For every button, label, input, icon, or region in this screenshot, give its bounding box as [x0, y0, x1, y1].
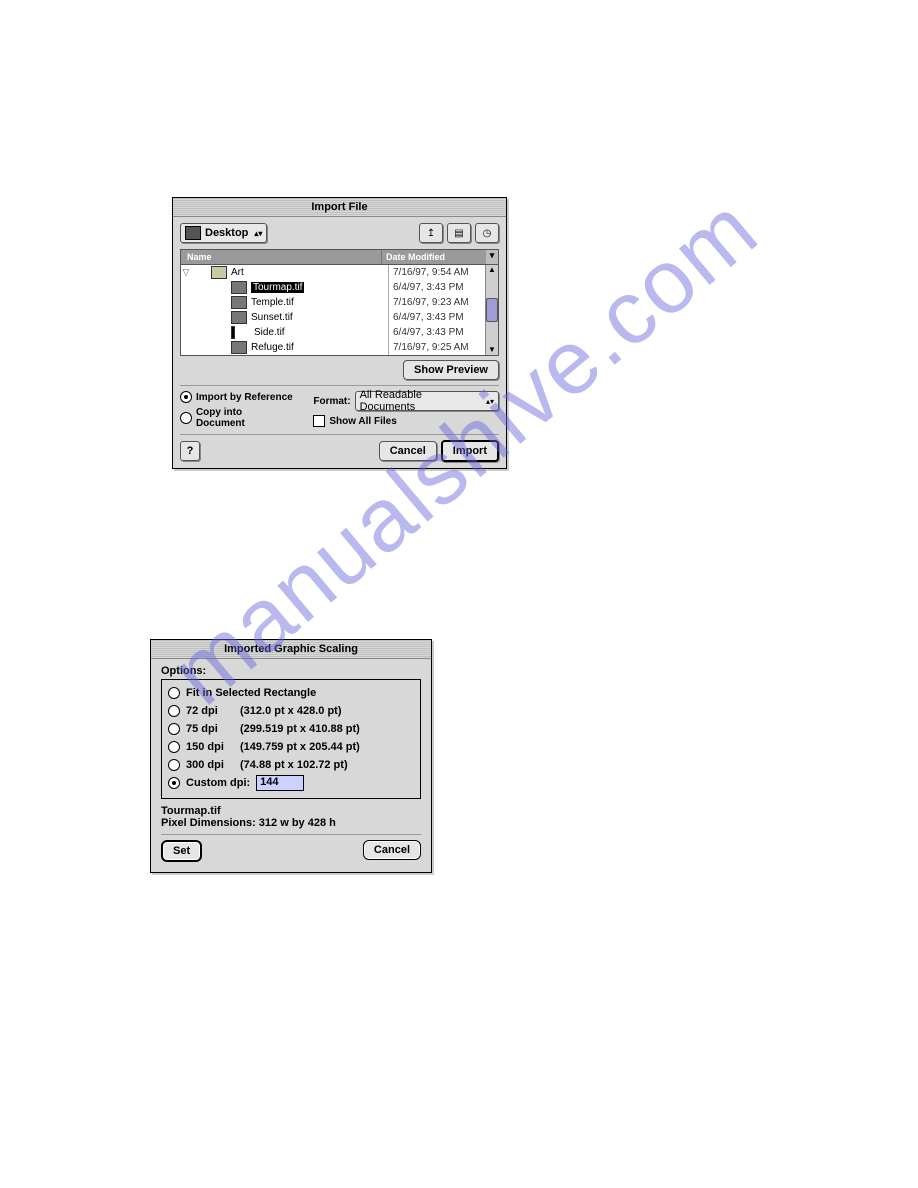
fit-rectangle-radio[interactable]	[168, 687, 180, 699]
format-popup[interactable]: All Readable Documents ▴▾	[355, 391, 499, 411]
radio-icon	[168, 705, 180, 717]
show-preview-button[interactable]: Show Preview	[403, 360, 499, 380]
dpi-label: 72 dpi	[186, 705, 234, 717]
format-value: All Readable Documents	[360, 389, 480, 413]
file-name: Temple.tif	[251, 297, 294, 308]
import-file-dialog: Import File Desktop ▴▾ ↥ ▤ ◷ Name Date M…	[172, 197, 507, 469]
options-group: Fit in Selected Rectangle 72 dpi (312.0 …	[161, 679, 421, 799]
file-icon	[231, 311, 247, 324]
dpi-label: 300 dpi	[186, 759, 234, 771]
dpi-75-radio[interactable]	[168, 723, 180, 735]
file-list: ▽ Art Tourmap.tif Temple.tif	[180, 264, 499, 356]
list-item[interactable]: Side.tif	[181, 325, 388, 340]
copy-into-document-radio[interactable]: Copy into Document	[180, 407, 293, 429]
file-icon	[231, 296, 247, 309]
dpi-dims: (312.0 pt x 428.0 pt)	[240, 705, 342, 717]
date-cell: 6/4/97, 3:43 PM	[389, 325, 485, 340]
fit-label: Fit in Selected Rectangle	[186, 687, 316, 699]
list-item[interactable]: Sunset.tif	[181, 310, 388, 325]
nav-shortcuts-button[interactable]: ▤	[447, 223, 471, 243]
column-sort-icon[interactable]: ▾	[486, 250, 498, 264]
list-item[interactable]: ▽ Art	[181, 265, 388, 280]
scaling-filename: Tourmap.tif	[161, 805, 421, 817]
date-cell: 7/16/97, 9:25 AM	[389, 340, 485, 355]
scrollbar[interactable]: ▲ ▼	[485, 265, 498, 355]
help-button[interactable]: ?	[180, 441, 200, 461]
dpi-150-radio[interactable]	[168, 741, 180, 753]
help-icon: ?	[187, 445, 194, 457]
file-icon	[231, 326, 235, 339]
set-button[interactable]: Set	[161, 840, 202, 862]
show-all-files-checkbox[interactable]: Show All Files	[313, 415, 499, 427]
cancel-button[interactable]: Cancel	[379, 441, 437, 461]
import-dialog-title: Import File	[173, 198, 506, 217]
radio-icon	[168, 741, 180, 753]
popup-arrows-icon: ▴▾	[254, 229, 262, 238]
location-popup[interactable]: Desktop ▴▾	[180, 223, 267, 243]
dpi-dims: (74.88 pt x 102.72 pt)	[240, 759, 348, 771]
scroll-up-icon[interactable]: ▲	[488, 265, 496, 275]
file-name: Art	[231, 267, 244, 278]
custom-dpi-input[interactable]: 144	[256, 775, 304, 791]
custom-dpi-label: Custom dpi:	[186, 777, 250, 789]
radio-label: Copy into Document	[196, 407, 293, 429]
file-name: Side.tif	[254, 327, 285, 338]
file-icon	[231, 341, 247, 354]
scroll-thumb[interactable]	[486, 298, 498, 322]
file-name: Refuge.tif	[251, 342, 294, 353]
dpi-dims: (299.519 pt x 410.88 pt)	[240, 723, 360, 735]
radio-label: Import by Reference	[196, 392, 293, 403]
custom-dpi-radio[interactable]	[168, 777, 180, 789]
radio-icon	[168, 777, 180, 789]
checkbox-label: Show All Files	[329, 416, 396, 427]
date-cell: 6/4/97, 3:43 PM	[389, 310, 485, 325]
dpi-72-radio[interactable]	[168, 705, 180, 717]
scaling-dialog-title: Imported Graphic Scaling	[151, 640, 431, 659]
file-name: Tourmap.tif	[251, 282, 304, 293]
dpi-label: 75 dpi	[186, 723, 234, 735]
folder-icon	[211, 266, 227, 279]
imported-graphic-scaling-dialog: Imported Graphic Scaling Options: Fit in…	[150, 639, 432, 873]
file-name: Sunset.tif	[251, 312, 293, 323]
radio-icon	[180, 412, 192, 424]
file-icon	[231, 281, 247, 294]
import-button[interactable]: Import	[441, 440, 499, 462]
location-value: Desktop	[205, 227, 248, 239]
import-by-reference-radio[interactable]: Import by Reference	[180, 391, 293, 403]
disclosure-triangle-icon[interactable]: ▽	[181, 267, 191, 278]
list-item[interactable]: Tourmap.tif	[181, 280, 388, 295]
date-cell: 7/16/97, 9:23 AM	[389, 295, 485, 310]
format-label: Format:	[313, 396, 350, 407]
pixel-dimensions: Pixel Dimensions: 312 w by 428 h	[161, 817, 421, 829]
radio-icon	[180, 391, 192, 403]
radio-icon	[168, 723, 180, 735]
dpi-label: 150 dpi	[186, 741, 234, 753]
date-cell: 7/16/97, 9:54 AM	[389, 265, 485, 280]
volume-icon	[185, 226, 201, 240]
list-item[interactable]: Refuge.tif	[181, 340, 388, 355]
radio-icon	[168, 687, 180, 699]
file-list-header: Name Date Modified ▾	[180, 249, 499, 264]
checkbox-icon	[313, 415, 325, 427]
scroll-down-icon[interactable]: ▼	[488, 345, 496, 355]
popup-arrows-icon: ▴▾	[486, 397, 494, 406]
nav-recent-button[interactable]: ◷	[475, 223, 499, 243]
column-name[interactable]: Name	[181, 250, 382, 264]
dpi-300-radio[interactable]	[168, 759, 180, 771]
dpi-dims: (149.759 pt x 205.44 pt)	[240, 741, 360, 753]
nav-up-button[interactable]: ↥	[419, 223, 443, 243]
list-item[interactable]: Temple.tif	[181, 295, 388, 310]
date-cell: 6/4/97, 3:43 PM	[389, 280, 485, 295]
options-heading: Options:	[161, 665, 421, 677]
column-date-modified[interactable]: Date Modified	[382, 250, 486, 264]
cancel-button[interactable]: Cancel	[363, 840, 421, 860]
radio-icon	[168, 759, 180, 771]
